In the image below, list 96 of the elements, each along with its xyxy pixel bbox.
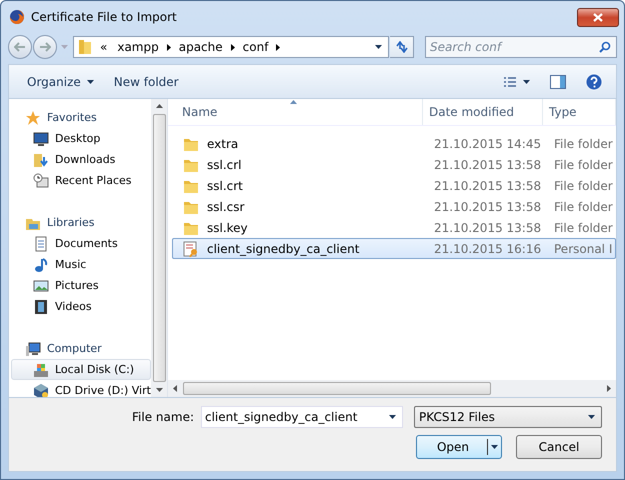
- sidebar-item[interactable]: Music: [9, 254, 151, 275]
- sidebar-group[interactable]: Libraries: [9, 212, 151, 233]
- breadcrumb[interactable]: apache: [176, 40, 225, 54]
- file-name: ssl.crl: [207, 158, 242, 172]
- scroll-thumb[interactable]: [152, 114, 166, 382]
- horizontal-scrollbar[interactable]: [168, 380, 616, 397]
- cancel-button[interactable]: Cancel: [516, 435, 602, 459]
- scroll-thumb[interactable]: [183, 382, 491, 395]
- sidebar-item[interactable]: CD Drive (D:) Virt: [9, 380, 151, 397]
- search-field[interactable]: Search conf: [425, 36, 617, 58]
- file-name-field[interactable]: client_signedby_ca_client: [201, 406, 403, 428]
- sidebar-group[interactable]: Favorites: [9, 107, 151, 128]
- file-type-dropdown[interactable]: PKCS12 Files: [414, 406, 602, 428]
- date-cell-text: 21.10.2015 13:58: [433, 158, 542, 172]
- forward-arrow-icon: [39, 42, 51, 52]
- sidebar-item[interactable]: Recent Places: [9, 170, 151, 191]
- file-name: extra: [207, 136, 238, 150]
- column-header[interactable]: Date modified: [423, 99, 543, 125]
- sidebar-item[interactable]: Documents: [9, 233, 151, 254]
- close-icon: [593, 12, 603, 22]
- file-row[interactable]: ssl.crl 21.10.2015 13:58 File folder: [172, 154, 616, 175]
- refresh-button[interactable]: [390, 36, 414, 58]
- caret-icon: [523, 80, 530, 84]
- file-row[interactable]: ssl.crt 21.10.2015 13:58 File folder: [172, 175, 616, 196]
- file-row[interactable]: ssl.csr 21.10.2015 13:58 File folder: [172, 196, 616, 217]
- file-row[interactable]: extra 21.10.2015 14:45 File folder: [172, 133, 616, 154]
- open-button[interactable]: Open: [416, 435, 502, 459]
- column-header[interactable]: Name: [168, 99, 423, 125]
- file-name: client_signedby_ca_client: [207, 242, 360, 256]
- date-cell-text: 21.10.2015 13:58: [433, 178, 542, 192]
- help-icon: [586, 74, 602, 90]
- sort-arrow-icon: [290, 100, 297, 104]
- date-cell-text: 21.10.2015 14:45: [433, 136, 542, 150]
- dropdown-caret-icon: [588, 415, 595, 419]
- monitor-icon: [33, 130, 49, 146]
- back-arrow-icon: [14, 42, 26, 52]
- file-name-label: File name:: [132, 410, 194, 424]
- caret-icon: [86, 80, 94, 84]
- vertical-scrollbar[interactable]: [151, 99, 167, 397]
- refresh-icon: [394, 41, 408, 53]
- chevron-icon: [230, 44, 235, 50]
- download-folder-icon: [33, 152, 49, 168]
- type-cell-text: Personal I: [553, 242, 614, 256]
- preview-pane-icon: [550, 74, 566, 88]
- organize-menu[interactable]: Organize: [21, 72, 100, 92]
- certificate-icon: [183, 240, 199, 256]
- sidebar-item[interactable]: Desktop: [9, 128, 151, 149]
- file-name: ssl.csr: [207, 200, 244, 214]
- list-view-icon: [503, 76, 517, 88]
- dropdown-caret-icon: [389, 415, 396, 419]
- date-cell-text: 21.10.2015 13:58: [433, 200, 542, 214]
- chevron-icon: [166, 44, 171, 50]
- star-icon: [25, 110, 41, 126]
- dropdown-caret-icon: [491, 445, 498, 449]
- file-row[interactable]: client_signedby_ca_client 21.10.2015 16:16 Personal I: [172, 238, 616, 259]
- scroll-left-icon: [173, 385, 177, 392]
- recent-places-icon: [33, 172, 49, 188]
- music-note-icon: [33, 256, 49, 272]
- scroll-up-icon: [156, 104, 162, 108]
- type-cell-text: File folder: [553, 136, 614, 150]
- sidebar-item[interactable]: Pictures: [9, 275, 151, 296]
- folder-icon: [78, 39, 92, 55]
- address-bar[interactable]: « xampp apache conf: [73, 36, 389, 58]
- dropdown-caret-icon: [375, 45, 382, 49]
- hard-disk-icon: [33, 362, 49, 378]
- forward-button[interactable]: [33, 35, 57, 59]
- history-caret-icon: [61, 45, 68, 49]
- scroll-right-icon: [607, 385, 611, 392]
- breadcrumb[interactable]: xampp: [115, 40, 161, 54]
- overflow-chevron[interactable]: «: [98, 40, 110, 54]
- close-button[interactable]: [577, 8, 619, 26]
- scroll-down-icon: [156, 388, 162, 392]
- type-cell-text: File folder: [553, 220, 614, 234]
- date-cell-text: 21.10.2015 13:58: [433, 220, 542, 234]
- type-cell-text: File folder: [553, 158, 614, 172]
- date-cell-text: 21.10.2015 16:16: [433, 242, 542, 256]
- document-icon: [33, 236, 49, 252]
- picture-icon: [33, 278, 49, 294]
- type-cell-text: File folder: [553, 200, 614, 214]
- sidebar-group[interactable]: Computer: [9, 338, 151, 359]
- window-title: Certificate File to Import: [31, 10, 178, 24]
- column-header[interactable]: Type: [543, 99, 616, 125]
- file-name: ssl.key: [207, 220, 248, 234]
- back-button[interactable]: [8, 35, 32, 59]
- search-icon: [599, 41, 611, 53]
- film-icon: [33, 298, 49, 314]
- sidebar-item[interactable]: Local Disk (C:): [11, 359, 151, 380]
- sidebar-item[interactable]: Videos: [9, 296, 151, 317]
- computer-icon: [25, 340, 41, 356]
- sidebar-item[interactable]: Downloads: [9, 149, 151, 170]
- toolbar-button[interactable]: New folder: [108, 72, 185, 92]
- breadcrumb[interactable]: conf: [240, 40, 270, 54]
- chevron-icon: [276, 44, 280, 50]
- file-row[interactable]: ssl.key 21.10.2015 13:58 File folder: [172, 217, 616, 238]
- type-cell-text: File folder: [553, 178, 614, 192]
- file-name: ssl.crt: [207, 178, 243, 192]
